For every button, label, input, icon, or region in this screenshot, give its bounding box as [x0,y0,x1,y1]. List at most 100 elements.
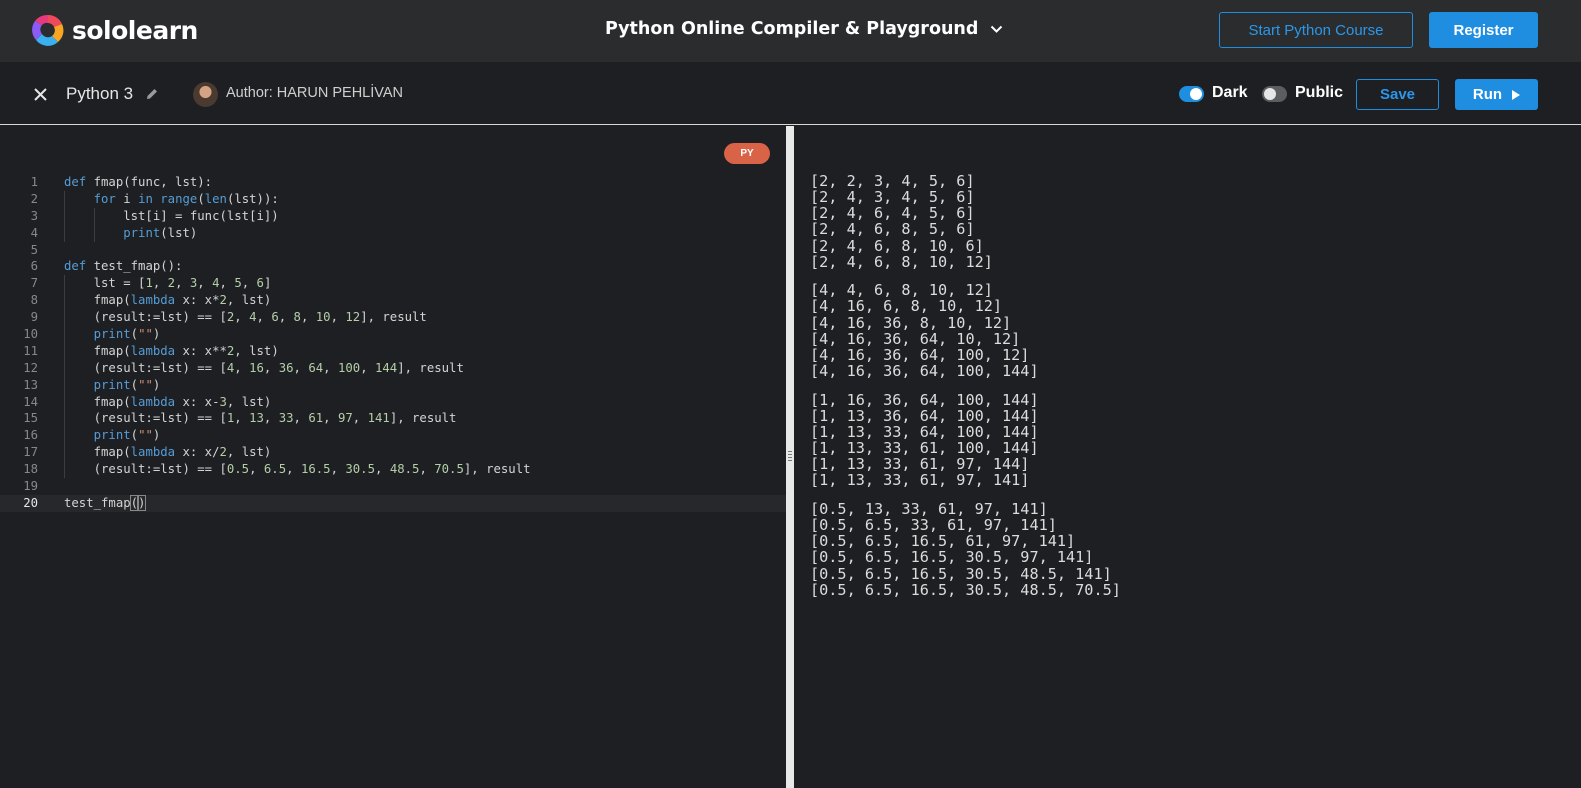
code-text: lst[i] = func(lst[i]) [64,208,279,223]
output-line: [4, 16, 36, 64, 100, 12] [810,345,1030,364]
line-number: 8 [30,293,38,308]
output-text: [2, 2, 3, 4, 5, 6] [2, 4, 3, 4, 5, 6] [2, … [810,173,1121,598]
line-number: 19 [23,479,38,494]
code-lines[interactable]: 1 def fmap(func, lst): 2 for i in range(le… [0,174,786,512]
code-text: test_fmap() [64,494,147,511]
edit-pencil-icon[interactable] [145,87,159,101]
code-line[interactable]: 17 fmap(lambda x: x/2, lst) [0,444,786,462]
code-text: fmap(lambda x: x-3, lst) [64,394,272,409]
code-line[interactable]: 14 fmap(lambda x: x-3, lst) [0,393,786,411]
code-line[interactable]: 15 (result:=lst) == [1, 13, 33, 61, 97, … [0,410,786,428]
pane-splitter[interactable] [786,126,794,788]
language-name: Python 3 [66,84,134,103]
code-line[interactable]: 8 fmap(lambda x: x*2, lst) [0,292,786,310]
line-number: 7 [30,276,38,291]
output-line: [1, 16, 36, 64, 100, 144] [810,390,1039,409]
line-number: 3 [30,208,38,223]
line-number: 15 [23,411,38,426]
output-line: [2, 4, 3, 4, 5, 6] [810,188,975,207]
code-text: def fmap(func, lst): [64,175,213,189]
code-line[interactable]: 19 [0,478,786,495]
output-line: [4, 16, 36, 8, 10, 12] [810,313,1012,332]
code-text: print("") [93,428,161,443]
code-line[interactable]: 20 test_fmap() [0,494,786,512]
drag-handle-icon[interactable] [788,449,792,463]
code-line[interactable]: 12 (result:=lst) == [4, 16, 36, 64, 100,… [0,359,786,377]
output-line: [0.5, 6.5, 33, 61, 97, 141] [810,516,1057,535]
line-number: 6 [30,259,38,274]
code-toolbar: Python 3 Author: HARUN PEHLİVAN Dark Pub… [0,62,1581,125]
start-python-course-button[interactable]: Start Python Course [1219,12,1413,48]
code-text: print(lst) [123,225,198,240]
code-text: print("") [93,377,161,392]
code-text: (result:=lst) == [1, 13, 33, 61, 97, 141… [64,411,457,426]
code-text: print("") [93,327,161,342]
close-icon[interactable] [33,87,48,102]
code-line[interactable]: 4 print(lst) [0,224,786,242]
page-title-dropdown[interactable]: Python Online Compiler & Playground [605,19,1003,39]
code-line[interactable]: 16 print("") [0,427,786,445]
line-number: 20 [23,495,38,510]
line-number: 4 [30,225,38,240]
chevron-down-icon [991,25,1003,33]
code-line[interactable]: 2 for i in range(len(lst)): [0,190,786,208]
output-line: [4, 16, 36, 64, 10, 12] [810,329,1021,348]
code-line[interactable]: 7 lst = [1, 2, 3, 4, 5, 6] [0,275,786,293]
toggle-knob [1264,88,1276,100]
line-number: 12 [23,360,38,375]
code-line[interactable]: 18 (result:=lst) == [0.5, 6.5, 16.5, 30.… [0,461,786,479]
output-line: [1, 13, 33, 64, 100, 144] [810,422,1039,441]
save-button[interactable]: Save [1356,79,1439,110]
code-line[interactable]: 1 def fmap(func, lst): [0,174,786,191]
line-number: 2 [30,191,38,206]
code-line[interactable]: 3 lst[i] = func(lst[i]) [0,207,786,225]
output-line: [2, 4, 6, 4, 5, 6] [810,204,975,223]
toggle-knob [1190,88,1202,100]
line-number: 11 [23,343,38,358]
output-line: [1, 13, 33, 61, 97, 144] [810,455,1030,474]
code-text: for i in range(len(lst)): [93,191,279,206]
line-number: 13 [23,377,38,392]
line-number: 1 [30,175,38,189]
output-line: [4, 16, 6, 8, 10, 12] [810,297,1003,316]
brand-name: sololearn [72,15,198,45]
run-button[interactable]: Run [1455,79,1538,110]
code-editor[interactable]: PY 1 def fmap(func, lst): 2 for i in range… [0,126,786,788]
play-icon [1512,89,1521,100]
line-number: 16 [23,428,38,443]
line-number: 17 [23,445,38,460]
dark-mode-label: Dark [1212,84,1248,101]
public-label: Public [1295,84,1344,101]
author-avatar[interactable] [193,82,218,107]
code-text: fmap(lambda x: x/2, lst) [64,445,272,460]
output-line: [4, 16, 36, 64, 100, 144] [810,362,1039,381]
code-line[interactable]: 11 fmap(lambda x: x**2, lst) [0,342,786,360]
line-number: 18 [23,462,38,477]
output-line: [2, 4, 6, 8, 10, 6] [810,236,984,255]
code-line[interactable]: 13 print("") [0,376,786,394]
code-text: fmap(lambda x: x**2, lst) [64,343,279,358]
output-line: [2, 4, 6, 8, 5, 6] [810,220,975,239]
run-button-label: Run [1472,86,1503,103]
sololearn-logo[interactable]: sololearn [30,12,198,48]
output-line: [1, 13, 36, 64, 100, 144] [810,406,1039,425]
output-line: [2, 2, 3, 4, 5, 6] [810,172,975,190]
output-line: [0.5, 6.5, 16.5, 30.5, 48.5, 141] [810,564,1112,583]
output-line: [0.5, 13, 33, 61, 97, 141] [810,500,1048,519]
register-button[interactable]: Register [1429,12,1538,48]
sololearn-logo-icon [32,14,64,46]
public-toggle[interactable] [1262,86,1287,102]
code-line[interactable]: 6 def test_fmap(): [0,258,786,275]
code-line[interactable]: 9 (result:=lst) == [2, 4, 6, 8, 10, 12],… [0,309,786,327]
code-text: (result:=lst) == [2, 4, 6, 8, 10, 12], r… [64,310,427,325]
output-line: [0.5, 6.5, 16.5, 30.5, 48.5, 70.5] [810,580,1121,599]
code-line[interactable]: 10 print("") [0,326,786,343]
line-number: 14 [23,394,38,409]
output-line: [0.5, 6.5, 16.5, 30.5, 97, 141] [810,548,1094,567]
author-name[interactable]: Author: HARUN PEHLİVAN [226,85,403,101]
code-text: def test_fmap(): [64,259,183,274]
dark-mode-toggle[interactable] [1179,86,1204,102]
output-line: [1, 13, 33, 61, 100, 144] [810,439,1039,458]
code-line[interactable]: 5 [0,242,786,259]
